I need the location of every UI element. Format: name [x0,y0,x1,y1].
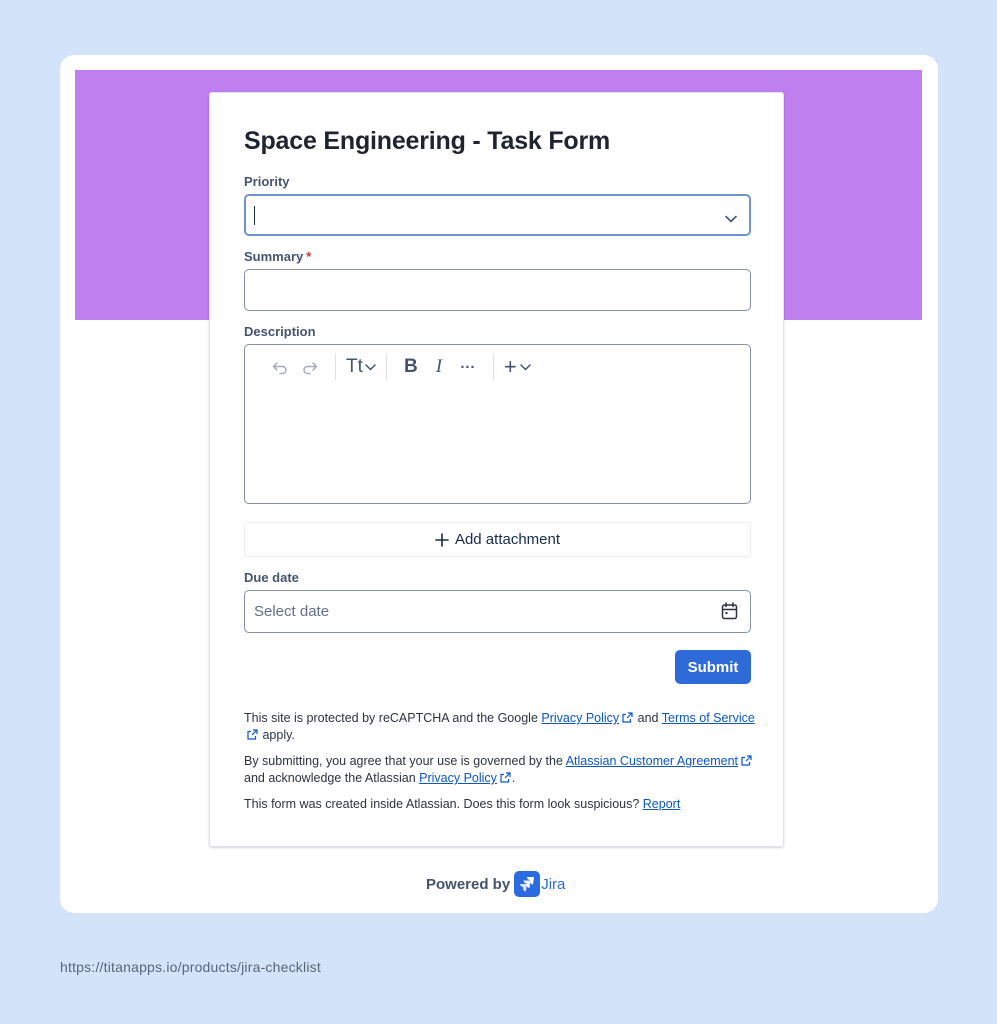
summary-label-text: Summary [244,249,304,264]
suspicious-notice: This form was created inside Atlassian. … [244,796,756,813]
text-cursor [254,206,255,225]
description-label: Description [244,324,316,339]
powered-by-label: Powered by [426,875,511,893]
submit-button[interactable]: Submit [675,650,751,684]
undo-icon[interactable] [265,355,295,379]
external-link-icon [741,755,752,766]
agreement-middle-text: and acknowledge the Atlassian [244,771,420,785]
atlassian-privacy-policy-link[interactable]: Privacy Policy [419,771,497,785]
add-attachment-button[interactable]: Add attachment [244,522,751,557]
google-privacy-policy-link[interactable]: Privacy Policy [541,711,619,725]
jira-logo-icon [514,871,541,897]
text-style-label: Tt [346,356,363,377]
agreement-prefix-text: By submitting, you agree that your use i… [244,754,566,768]
google-terms-link[interactable]: Terms of Service [662,711,755,725]
due-date-picker[interactable]: Select date [244,590,751,633]
jira-product-name: Jira [541,875,566,893]
external-link-icon [500,772,511,783]
insert-button[interactable]: + [504,355,531,379]
italic-button[interactable]: I [425,355,453,379]
summary-input[interactable] [244,269,751,311]
suspicious-text: This form was created inside Atlassian. … [244,797,643,811]
more-formatting-button[interactable]: ··· [453,355,483,379]
chevron-down-icon [365,363,376,371]
plus-icon [435,532,449,547]
toolbar-separator [385,354,387,380]
powered-by[interactable]: Powered by Jira [426,871,565,897]
description-editor[interactable]: Tt B I ··· + [244,344,751,504]
chevron-down-icon[interactable] [725,210,737,228]
agreement-notice: By submitting, you agree that your use i… [244,753,756,787]
recaptcha-notice: This site is protected by reCAPTCHA and … [244,710,756,744]
summary-label: Summary * [244,249,311,264]
required-indicator: * [306,249,312,264]
priority-label: Priority [244,174,290,189]
source-url: https://titanapps.io/products/jira-check… [60,959,321,975]
toolbar-separator [335,354,336,380]
form-frame: Space Engineering - Task Form Priority S… [60,55,938,913]
form-card: Space Engineering - Task Form Priority S… [209,92,784,847]
calendar-icon[interactable] [721,602,738,625]
due-date-placeholder: Select date [254,603,330,620]
recaptcha-suffix-text: apply. [259,728,295,742]
redo-icon[interactable] [295,355,325,379]
recaptcha-and-text: and [634,711,662,725]
form-title: Space Engineering - Task Form [244,127,611,155]
external-link-icon [247,729,258,740]
bold-button[interactable]: B [397,355,425,379]
text-style-button[interactable]: Tt [346,355,376,379]
external-link-icon [622,712,633,723]
add-attachment-label: Add attachment [454,531,561,548]
chevron-down-icon [520,363,531,371]
atlassian-customer-agreement-link[interactable]: Atlassian Customer Agreement [566,754,738,768]
editor-toolbar: Tt B I ··· + [265,354,531,380]
recaptcha-prefix-text: This site is protected by reCAPTCHA and … [244,711,542,725]
priority-select[interactable] [244,194,751,236]
agreement-suffix-text: . [511,771,516,785]
plus-icon: + [503,354,517,379]
toolbar-separator [492,354,494,380]
due-date-label: Due date [244,570,299,585]
report-link[interactable]: Report [643,797,681,811]
